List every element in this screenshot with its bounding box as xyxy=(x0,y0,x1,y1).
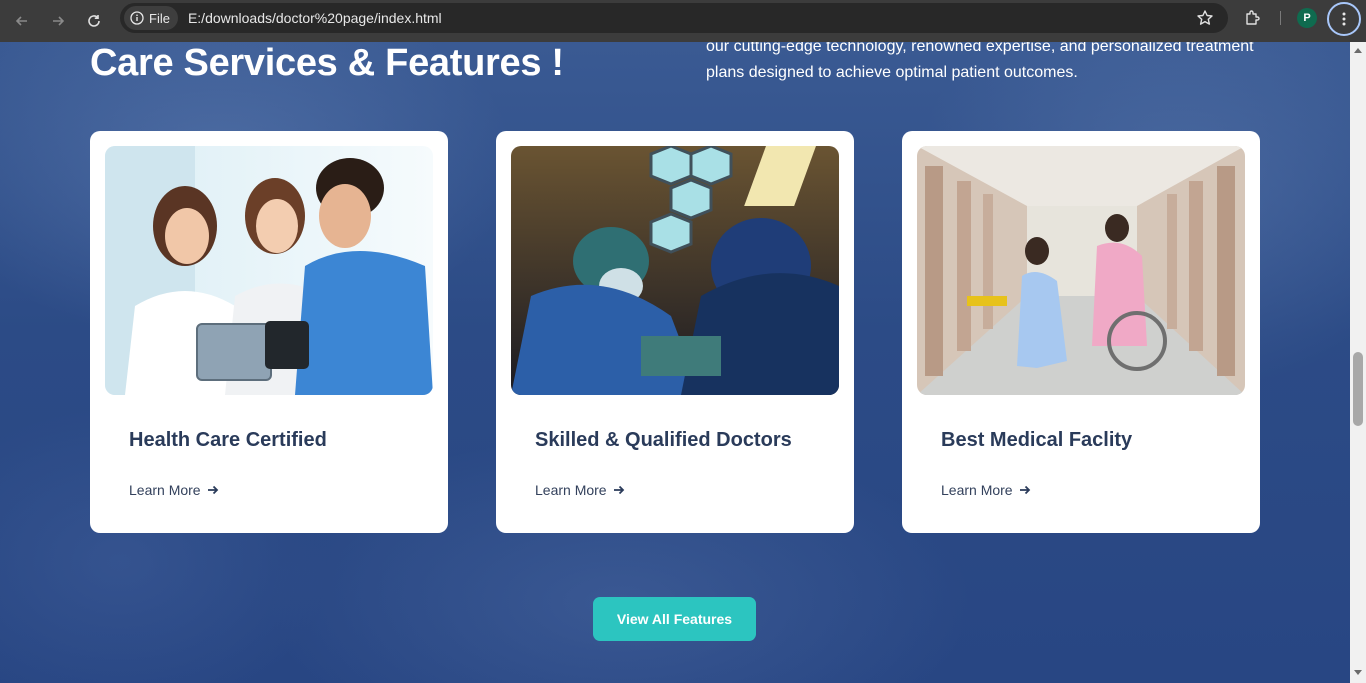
arrow-right-icon xyxy=(207,485,218,495)
section-title: Care Services & Features ! xyxy=(90,42,564,84)
feature-card: Best Medical Faclity Learn More xyxy=(902,131,1260,533)
address-bar[interactable]: File E:/downloads/doctor%20page/index.ht… xyxy=(120,3,1228,33)
nurse-with-patient-wheelchair-image xyxy=(917,146,1245,395)
profile-avatar[interactable]: P xyxy=(1297,8,1317,28)
extensions-icon[interactable] xyxy=(1243,8,1263,28)
card-image-surgeons xyxy=(511,146,839,395)
toolbar-divider xyxy=(1280,11,1281,25)
learn-more-label: Learn More xyxy=(129,482,201,498)
scroll-down-arrow-icon[interactable] xyxy=(1354,670,1362,675)
browser-toolbar: File E:/downloads/doctor%20page/index.ht… xyxy=(0,0,1366,42)
bookmark-star-icon[interactable] xyxy=(1196,9,1214,27)
learn-more-label: Learn More xyxy=(535,482,607,498)
learn-more-link[interactable]: Learn More xyxy=(941,482,1031,498)
forward-arrow-icon xyxy=(53,16,65,26)
learn-more-link[interactable]: Learn More xyxy=(535,482,625,498)
learn-more-link[interactable]: Learn More xyxy=(129,482,219,498)
view-all-features-button[interactable]: View All Features xyxy=(593,597,756,641)
back-arrow-icon xyxy=(15,16,27,26)
feature-card: Health Care Certified Learn More xyxy=(90,131,448,533)
card-title: Health Care Certified xyxy=(129,429,327,451)
back-button[interactable] xyxy=(4,3,40,39)
forward-button[interactable] xyxy=(40,3,76,39)
surgeons-operating-image xyxy=(511,146,839,395)
reload-icon xyxy=(88,15,100,27)
arrow-right-icon xyxy=(1019,485,1030,495)
site-info-chip[interactable]: File xyxy=(124,6,178,30)
reload-button[interactable] xyxy=(76,3,112,39)
card-image-doctors xyxy=(105,146,433,395)
card-title: Skilled & Qualified Doctors xyxy=(535,429,792,451)
learn-more-label: Learn More xyxy=(941,482,1013,498)
browser-menu-button[interactable] xyxy=(1327,2,1361,36)
arrow-right-icon xyxy=(613,485,624,495)
page-scrollbar[interactable] xyxy=(1350,42,1366,683)
section-description: our cutting-edge technology, renowned ex… xyxy=(706,42,1254,81)
card-image-facility xyxy=(917,146,1245,395)
file-label: File xyxy=(149,10,170,26)
doctors-with-tablet-image xyxy=(105,146,433,395)
more-vertical-icon xyxy=(1342,12,1346,26)
info-icon xyxy=(130,11,144,25)
features-section: Care Services & Features ! our cutting-e… xyxy=(0,42,1350,683)
scroll-thumb[interactable] xyxy=(1353,352,1363,426)
scroll-up-arrow-icon[interactable] xyxy=(1354,48,1362,53)
card-title: Best Medical Faclity xyxy=(941,429,1133,451)
url-text[interactable]: E:/downloads/doctor%20page/index.html xyxy=(188,10,442,26)
feature-card: Skilled & Qualified Doctors Learn More xyxy=(496,131,854,533)
